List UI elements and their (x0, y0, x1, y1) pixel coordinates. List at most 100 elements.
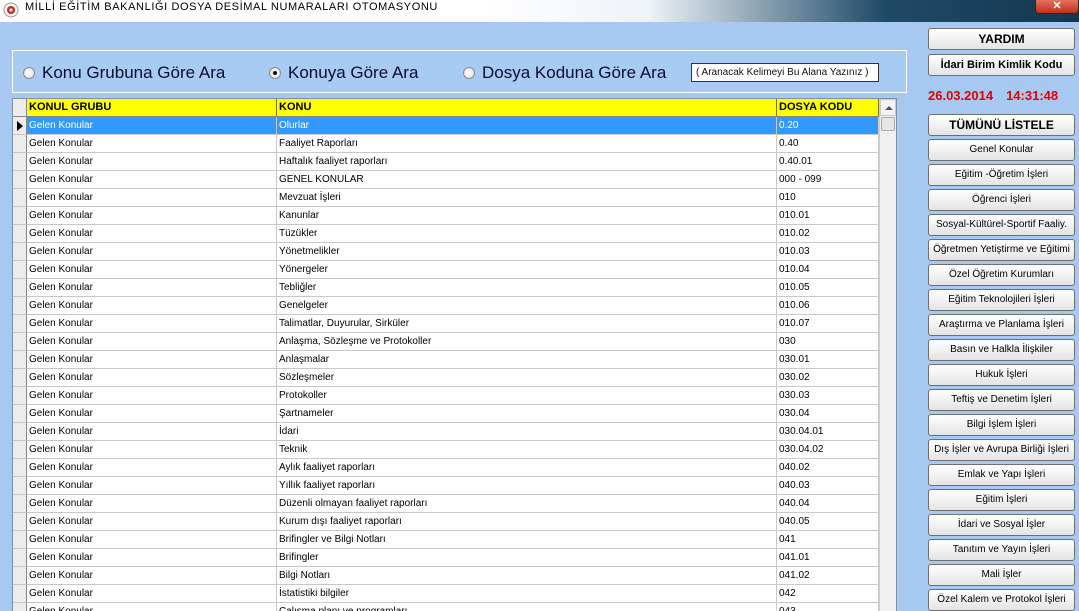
table-row[interactable]: Gelen Konular Anlaşma, Sözleşme ve Protok… (13, 333, 879, 351)
cell-dosya-kodu[interactable]: 030.04.01 (777, 423, 879, 441)
help-button[interactable]: YARDIM (928, 28, 1075, 50)
cell-konu-grubu[interactable]: Gelen Konular (27, 171, 277, 189)
row-selector[interactable] (13, 405, 27, 423)
cell-dosya-kodu[interactable]: 010.07 (777, 315, 879, 333)
row-selector[interactable] (13, 279, 27, 297)
category-button[interactable]: Özel Öğretim Kurumları (928, 264, 1075, 286)
cell-konu[interactable]: Tüzükler (277, 225, 777, 243)
cell-dosya-kodu[interactable]: 010.05 (777, 279, 879, 297)
table-row[interactable]: Gelen Konular Kurum dışı faaliyet raporla… (13, 513, 879, 531)
table-row[interactable]: Gelen Konular Haftalık faaliyet raporları… (13, 153, 879, 171)
cell-konu[interactable]: Genelgeler (277, 297, 777, 315)
table-row[interactable]: Gelen Konular Şartnameler 030.04 (13, 405, 879, 423)
cell-dosya-kodu[interactable]: 030.04 (777, 405, 879, 423)
table-row[interactable]: Gelen Konular Mevzuat İşleri 010 (13, 189, 879, 207)
cell-konu[interactable]: Kanunlar (277, 207, 777, 225)
row-selector[interactable] (13, 423, 27, 441)
cell-dosya-kodu[interactable]: 030 (777, 333, 879, 351)
cell-dosya-kodu[interactable]: 0.40.01 (777, 153, 879, 171)
cell-dosya-kodu[interactable]: 010.03 (777, 243, 879, 261)
cell-dosya-kodu[interactable]: 042 (777, 585, 879, 603)
cell-konu-grubu[interactable]: Gelen Konular (27, 387, 277, 405)
category-button[interactable]: Mali İşler (928, 564, 1075, 586)
row-selector[interactable] (13, 603, 27, 611)
category-button[interactable]: Özel Kalem ve Protokol İşleri (928, 589, 1075, 611)
cell-dosya-kodu[interactable]: 0.40 (777, 135, 879, 153)
row-selector[interactable] (13, 585, 27, 603)
cell-konu[interactable]: İdari (277, 423, 777, 441)
table-row[interactable]: Gelen Konular Yönetmelikler 010.03 (13, 243, 879, 261)
close-button[interactable]: ✕ (1035, 0, 1079, 14)
table-row[interactable]: Gelen Konular Brifingler 041.01 (13, 549, 879, 567)
cell-konu-grubu[interactable]: Gelen Konular (27, 369, 277, 387)
cell-konu-grubu[interactable]: Gelen Konular (27, 117, 277, 135)
radio-konu-grubu[interactable]: Konu Grubuna Göre Ara (23, 63, 225, 83)
table-row[interactable]: Gelen Konular Düzenli olmayan faaliyet ra… (13, 495, 879, 513)
cell-dosya-kodu[interactable]: 010.06 (777, 297, 879, 315)
row-selector[interactable] (13, 513, 27, 531)
cell-konu[interactable]: Tebliğler (277, 279, 777, 297)
cell-dosya-kodu[interactable]: 040.02 (777, 459, 879, 477)
table-row[interactable]: Gelen Konular İstatistiki bilgiler 042 (13, 585, 879, 603)
cell-dosya-kodu[interactable]: 040.04 (777, 495, 879, 513)
cell-dosya-kodu[interactable]: 030.04.02 (777, 441, 879, 459)
category-button[interactable]: Öğrenci İşleri (928, 189, 1075, 211)
cell-dosya-kodu[interactable]: 041.01 (777, 549, 879, 567)
category-button[interactable]: Emlak ve Yapı İşleri (928, 464, 1075, 486)
cell-konu[interactable]: Aylık faaliyet raporları (277, 459, 777, 477)
cell-dosya-kodu[interactable]: 043 (777, 603, 879, 611)
category-button[interactable]: Eğitim -Öğretim İşleri (928, 164, 1075, 186)
cell-konu[interactable]: Olurlar (277, 117, 777, 135)
cell-dosya-kodu[interactable]: 030.02 (777, 369, 879, 387)
category-button[interactable]: Sosyal-Kültürel-Sportif Faaliy. (928, 214, 1075, 236)
category-button[interactable]: İdari ve Sosyal İşler (928, 514, 1075, 536)
category-button[interactable]: Genel Konular (928, 139, 1075, 161)
table-row[interactable]: Gelen Konular Anlaşmalar 030.01 (13, 351, 879, 369)
table-row[interactable]: Gelen Konular Faaliyet Raporları 0.40 (13, 135, 879, 153)
table-row[interactable]: Gelen Konular Protokoller 030.03 (13, 387, 879, 405)
row-selector[interactable] (13, 315, 27, 333)
cell-konu[interactable]: Talimatlar, Duyurular, Sirküler (277, 315, 777, 333)
cell-konu[interactable]: Brifingler (277, 549, 777, 567)
row-selector[interactable] (13, 333, 27, 351)
cell-konu[interactable]: Yıllık faaliyet raporları (277, 477, 777, 495)
cell-dosya-kodu[interactable]: 041.02 (777, 567, 879, 585)
row-selector[interactable] (13, 171, 27, 189)
table-row[interactable]: Gelen Konular Tebliğler 010.05 (13, 279, 879, 297)
cell-konu[interactable]: Yönetmelikler (277, 243, 777, 261)
current-row-indicator-icon[interactable] (13, 117, 27, 135)
category-button[interactable]: Hukuk İşleri (928, 364, 1075, 386)
cell-dosya-kodu[interactable]: 010.02 (777, 225, 879, 243)
cell-konu-grubu[interactable]: Gelen Konular (27, 261, 277, 279)
vertical-scrollbar[interactable] (879, 99, 896, 611)
cell-konu[interactable]: Bilgi Notları (277, 567, 777, 585)
cell-dosya-kodu[interactable]: 010 (777, 189, 879, 207)
row-selector[interactable] (13, 153, 27, 171)
cell-konu[interactable]: İstatistiki bilgiler (277, 585, 777, 603)
cell-konu[interactable]: Haftalık faaliyet raporları (277, 153, 777, 171)
cell-konu-grubu[interactable]: Gelen Konular (27, 585, 277, 603)
cell-konu[interactable]: Düzenli olmayan faaliyet raporları (277, 495, 777, 513)
row-selector[interactable] (13, 351, 27, 369)
cell-konu[interactable]: Anlaşmalar (277, 351, 777, 369)
cell-dosya-kodu[interactable]: 010.01 (777, 207, 879, 225)
category-button[interactable]: Araştırma ve Planlama İşleri (928, 314, 1075, 336)
cell-konu[interactable]: Anlaşma, Sözleşme ve Protokoller (277, 333, 777, 351)
category-button[interactable]: Eğitim İşleri (928, 489, 1075, 511)
row-selector[interactable] (13, 495, 27, 513)
table-row[interactable]: Gelen Konular Tüzükler 010.02 (13, 225, 879, 243)
cell-konu-grubu[interactable]: Gelen Konular (27, 495, 277, 513)
table-row[interactable]: Gelen Konular İdari 030.04.01 (13, 423, 879, 441)
cell-konu-grubu[interactable]: Gelen Konular (27, 477, 277, 495)
table-row[interactable]: Gelen Konular Yıllık faaliyet raporları 04… (13, 477, 879, 495)
category-button[interactable]: Tanıtım ve Yayın İşleri (928, 539, 1075, 561)
cell-konu-grubu[interactable]: Gelen Konular (27, 279, 277, 297)
table-row[interactable]: Gelen Konular Sözleşmeler 030.02 (13, 369, 879, 387)
table-row[interactable]: Gelen Konular Aylık faaliyet raporları 040… (13, 459, 879, 477)
cell-konu-grubu[interactable]: Gelen Konular (27, 603, 277, 611)
list-all-button[interactable]: TÜMÜNÜ LİSTELE (928, 114, 1075, 136)
table-row[interactable]: Gelen Konular Teknik 030.04.02 (13, 441, 879, 459)
cell-konu[interactable]: Şartnameler (277, 405, 777, 423)
row-selector[interactable] (13, 477, 27, 495)
category-button[interactable]: Teftiş ve Denetim İşleri (928, 389, 1075, 411)
